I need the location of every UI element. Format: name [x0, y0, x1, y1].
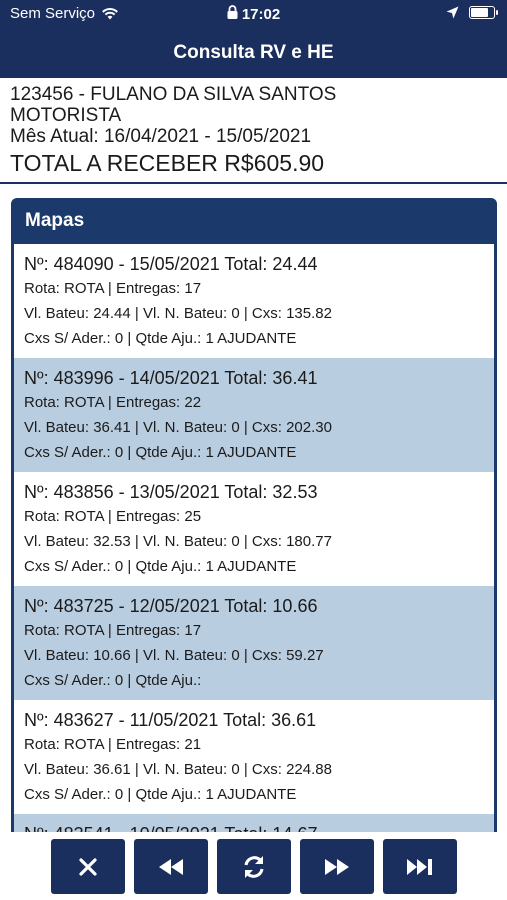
list-item[interactable]: Nº: 483856 - 13/05/2021 Total: 32.53 Rot…: [14, 472, 494, 586]
page-title: Consulta RV e HE: [173, 42, 334, 63]
maps-panel: Mapas Nº: 484090 - 15/05/2021 Total: 24.…: [11, 198, 497, 838]
refresh-icon: [244, 855, 264, 878]
map-extra: Cxs S/ Ader.: 0 | Qtde Aju.: 1 AJUDANTE: [24, 786, 297, 803]
close-icon: [79, 857, 97, 876]
map-extra: Cxs S/ Ader.: 0 | Qtde Aju.: 1 AJUDANTE: [24, 330, 297, 347]
map-extra: Cxs S/ Ader.: 0 | Qtde Aju.: 1 AJUDANTE: [24, 444, 297, 461]
maps-list[interactable]: Nº: 484090 - 15/05/2021 Total: 24.44 Rot…: [14, 244, 494, 838]
total-receivable: TOTAL A RECEBER R$605.90: [10, 150, 325, 176]
employee-summary: 123456 - FULANO DA SILVA SANTOS MOTORIST…: [0, 78, 507, 184]
map-route: Rota: ROTA | Entregas: 17: [24, 280, 202, 297]
employee-role: MOTORISTA: [10, 105, 122, 126]
period-label: Mês Atual: 16/04/2021 - 15/05/2021: [10, 126, 312, 147]
battery-icon: [469, 6, 498, 19]
close-button[interactable]: [51, 839, 125, 894]
map-values: Vl. Bateu: 36.41 | Vl. N. Bateu: 0 | Cxs…: [24, 419, 332, 436]
location-arrow-icon: [446, 6, 459, 19]
map-title: Nº: 483725 - 12/05/2021 Total: 10.66: [24, 596, 318, 616]
map-title: Nº: 483996 - 14/05/2021 Total: 36.41: [24, 368, 318, 388]
list-item[interactable]: Nº: 483627 - 11/05/2021 Total: 36.61 Rot…: [14, 700, 494, 814]
map-values: Vl. Bateu: 10.66 | Vl. N. Bateu: 0 | Cxs…: [24, 647, 324, 664]
status-time: 17:02: [0, 5, 507, 23]
rewind-icon: [159, 858, 183, 875]
map-route: Rota: ROTA | Entregas: 22: [24, 394, 202, 411]
map-values: Vl. Bateu: 32.53 | Vl. N. Bateu: 0 | Cxs…: [24, 533, 332, 550]
last-button[interactable]: [383, 839, 457, 894]
map-route: Rota: ROTA | Entregas: 21: [24, 736, 202, 753]
map-extra: Cxs S/ Ader.: 0 | Qtde Aju.: 1 AJUDANTE: [24, 558, 297, 575]
map-title: Nº: 484090 - 15/05/2021 Total: 24.44: [24, 254, 318, 274]
skip-end-icon: [407, 858, 432, 875]
fast-forward-icon: [325, 858, 349, 875]
list-item[interactable]: Nº: 483996 - 14/05/2021 Total: 36.41 Rot…: [14, 358, 494, 472]
map-values: Vl. Bateu: 36.61 | Vl. N. Bateu: 0 | Cxs…: [24, 761, 332, 778]
map-extra: Cxs S/ Ader.: 0 | Qtde Aju.:: [24, 672, 202, 689]
map-route: Rota: ROTA | Entregas: 25: [24, 508, 202, 525]
next-button[interactable]: [300, 839, 374, 894]
map-title: Nº: 483627 - 11/05/2021 Total: 36.61: [24, 710, 317, 730]
status-right: [446, 6, 498, 19]
refresh-button[interactable]: [217, 839, 291, 894]
lock-icon: [227, 5, 238, 19]
panel-title: Mapas: [25, 210, 85, 231]
clock-label: 17:02: [241, 6, 281, 23]
bottom-toolbar: [0, 832, 507, 900]
nav-bar: Consulta RV e HE: [0, 28, 507, 78]
map-values: Vl. Bateu: 24.44 | Vl. N. Bateu: 0 | Cxs…: [24, 305, 332, 322]
map-title: Nº: 483856 - 13/05/2021 Total: 32.53: [24, 482, 318, 502]
list-item[interactable]: Nº: 484090 - 15/05/2021 Total: 24.44 Rot…: [14, 244, 494, 358]
list-item[interactable]: Nº: 483725 - 12/05/2021 Total: 10.66 Rot…: [14, 586, 494, 700]
employee-name: 123456 - FULANO DA SILVA SANTOS: [10, 84, 337, 105]
status-bar: Sem Serviço 17:02: [0, 0, 507, 28]
previous-button[interactable]: [134, 839, 208, 894]
map-route: Rota: ROTA | Entregas: 17: [24, 622, 202, 639]
